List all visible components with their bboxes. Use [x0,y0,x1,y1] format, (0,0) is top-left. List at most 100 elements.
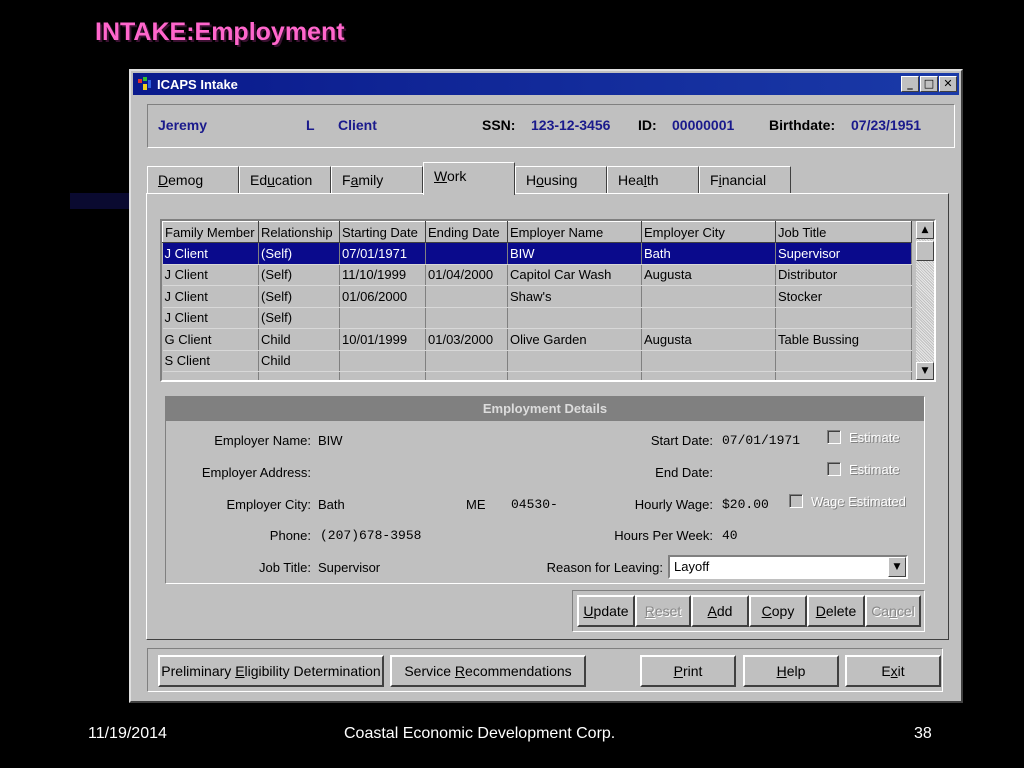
table-cell[interactable]: Table Bussing [775,328,912,351]
reset-button[interactable]: Reset [635,595,691,627]
table-cell[interactable] [641,307,776,329]
table-cell[interactable] [425,285,508,308]
table-cell[interactable]: Augusta [641,328,776,351]
update-button[interactable]: Update [577,595,635,627]
table-cell[interactable]: Shaw's [507,285,642,308]
column-header[interactable]: Relationship [258,221,340,243]
table-cell[interactable]: BIW [507,242,642,265]
table-cell[interactable]: 11/10/1999 [339,264,426,286]
table-cell[interactable] [775,350,912,372]
delete-button[interactable]: Delete [807,595,865,627]
table-cell[interactable] [775,371,912,380]
table-cell[interactable]: (Self) [258,285,340,308]
table-cell[interactable] [425,242,508,265]
service-recommendations-button[interactable]: Service Recommendations [390,655,586,687]
table-cell[interactable]: (Self) [258,264,340,286]
tab-demog[interactable]: Demog [147,166,239,194]
table-cell[interactable]: G Client [162,328,259,351]
grid-scrollbar[interactable]: ▲ ▼ [916,221,934,380]
table-cell[interactable] [258,371,340,380]
table-cell[interactable]: J Client [162,264,259,286]
reason-for-leaving-select[interactable]: Layoff ▼ [668,555,908,579]
window-titlebar[interactable]: ICAPS Intake _ □ ✕ [133,73,959,95]
table-cell[interactable] [339,371,426,380]
table-cell[interactable]: (Self) [258,307,340,329]
job-title-field[interactable]: Supervisor [318,560,380,575]
table-cell[interactable] [641,350,776,372]
table-cell[interactable]: Supervisor [775,242,912,265]
tab-education[interactable]: Education [239,166,331,194]
scroll-up-icon[interactable]: ▲ [916,221,934,239]
table-cell[interactable]: S Client [162,350,259,372]
column-header[interactable]: Employer City [641,221,776,243]
table-cell[interactable]: Distributor [775,264,912,286]
table-cell[interactable] [641,285,776,308]
table-row[interactable]: J Client (Self) 01/06/2000 Shaw's Stocker [162,285,912,308]
table-row[interactable] [162,371,912,380]
table-row[interactable]: G Client Child 10/01/1999 01/03/2000 Olive G… [162,328,912,351]
employer-city-field[interactable]: Bath [318,497,345,512]
table-cell[interactable]: 10/01/1999 [339,328,426,351]
table-cell[interactable]: 01/06/2000 [339,285,426,308]
table-row[interactable]: S Client Child [162,350,912,372]
table-cell[interactable] [641,371,776,380]
table-row[interactable]: J Client (Self) 07/01/1971 BIW Bath Superviso… [162,242,912,265]
table-cell[interactable]: J Client [162,285,259,308]
table-cell[interactable]: 01/03/2000 [425,328,508,351]
exit-button[interactable]: Exit [845,655,941,687]
tab-financial[interactable]: Financial [699,166,791,194]
table-cell[interactable] [339,350,426,372]
cancel-button[interactable]: Cancel [865,595,921,627]
column-header[interactable]: Ending Date [425,221,508,243]
table-cell[interactable]: J Client [162,242,259,265]
table-cell[interactable]: Stocker [775,285,912,308]
table-cell[interactable] [339,307,426,329]
table-cell[interactable] [425,307,508,329]
table-cell[interactable]: Child [258,328,340,351]
scroll-down-icon[interactable]: ▼ [916,362,934,380]
add-button[interactable]: Add [691,595,749,627]
table-row[interactable]: J Client (Self) 11/10/1999 01/04/2000 Capito… [162,264,912,286]
table-cell[interactable] [425,350,508,372]
hourly-wage-field[interactable]: $20.00 [722,497,769,512]
table-cell[interactable]: Augusta [641,264,776,286]
employer-name-field[interactable]: BIW [318,433,343,448]
table-cell[interactable]: 07/01/1971 [339,242,426,265]
column-header[interactable]: Employer Name [507,221,642,243]
table-cell[interactable] [775,307,912,329]
tab-family[interactable]: Family [331,166,423,194]
hours-per-week-field[interactable]: 40 [722,528,738,543]
wage-estimated-checkbox[interactable] [789,494,803,508]
table-cell[interactable] [162,371,259,380]
table-cell[interactable]: Bath [641,242,776,265]
table-cell[interactable] [507,371,642,380]
copy-button[interactable]: Copy [749,595,807,627]
tab-housing[interactable]: Housing [515,166,607,194]
table-cell[interactable] [425,371,508,380]
column-header[interactable]: Starting Date [339,221,426,243]
column-header[interactable]: Job Title [775,221,912,243]
table-row[interactable]: J Client (Self) [162,307,912,329]
tab-work[interactable]: Work [423,162,515,195]
estimate-checkbox-end[interactable] [827,462,841,476]
phone-field[interactable]: (207)678-3958 [320,528,421,543]
state-field[interactable]: ME [466,497,486,512]
start-date-field[interactable]: 07/01/1971 [722,433,800,448]
estimate-checkbox-start[interactable] [827,430,841,444]
table-cell[interactable]: 01/04/2000 [425,264,508,286]
table-cell[interactable]: Child [258,350,340,372]
maximize-icon[interactable]: □ [920,76,938,92]
table-cell[interactable]: Capitol Car Wash [507,264,642,286]
table-cell[interactable] [507,307,642,329]
column-header[interactable]: Family Member [162,221,259,243]
close-icon[interactable]: ✕ [939,76,957,92]
table-cell[interactable]: (Self) [258,242,340,265]
tab-health[interactable]: Health [607,166,699,194]
table-cell[interactable]: Olive Garden [507,328,642,351]
table-cell[interactable] [507,350,642,372]
minimize-icon[interactable]: _ [901,76,919,92]
print-button[interactable]: Print [640,655,736,687]
scroll-thumb[interactable] [916,241,934,261]
preliminary-eligibility-button[interactable]: Preliminary Eligibility Determination [158,655,384,687]
table-cell[interactable]: J Client [162,307,259,329]
